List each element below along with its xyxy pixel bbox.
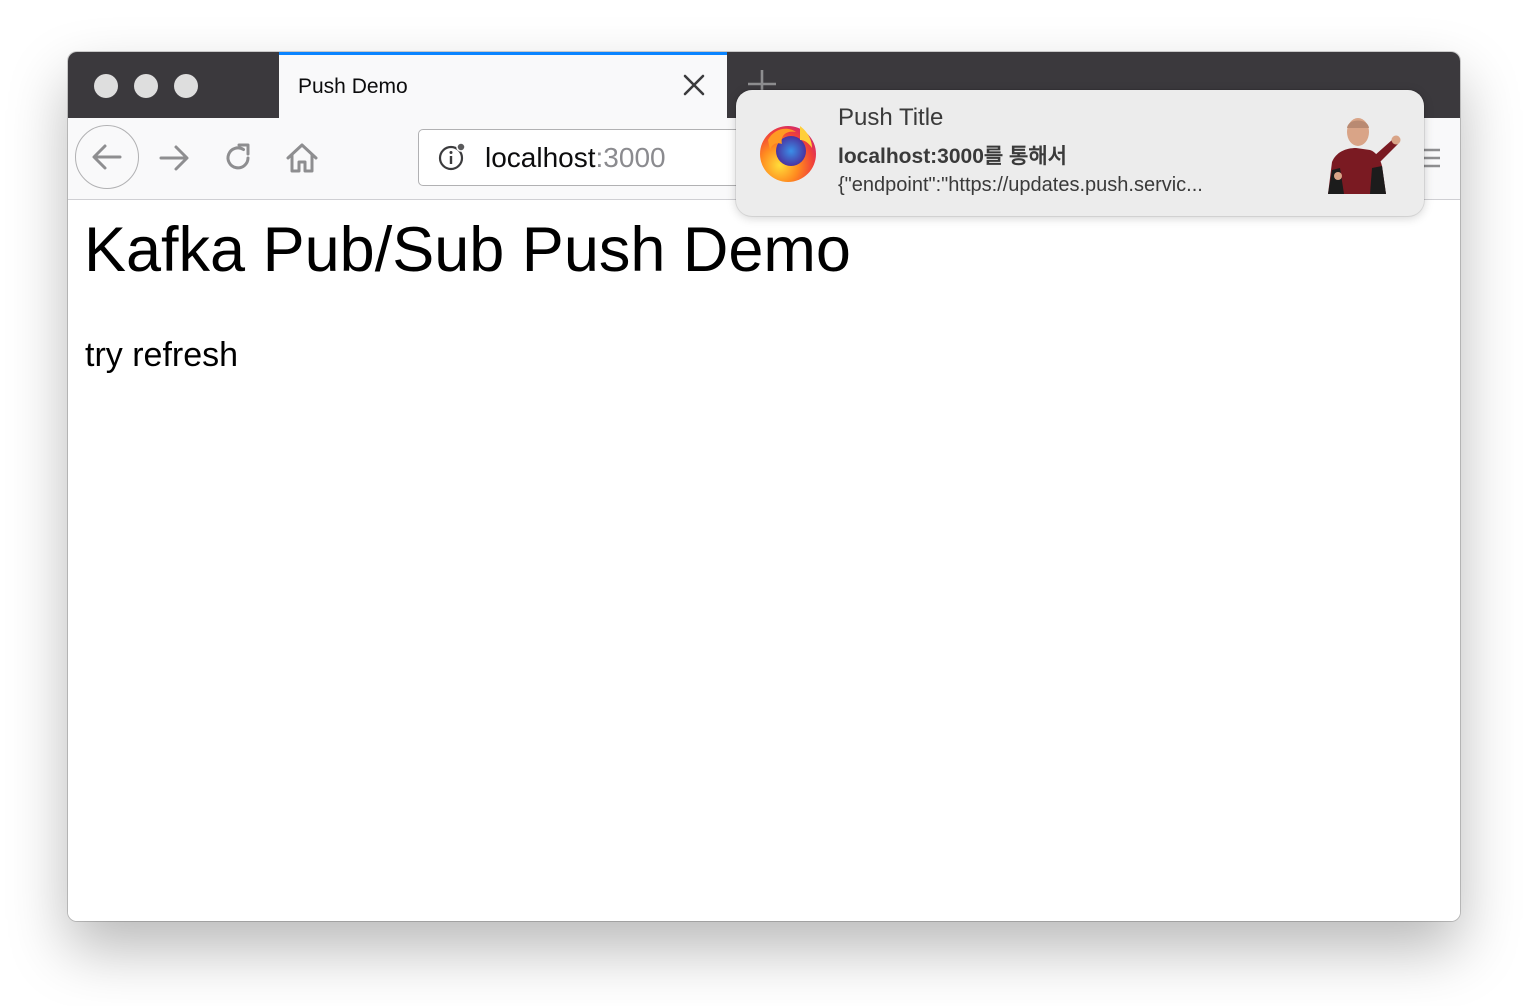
url-text[interactable]: localhost:3000 [485, 142, 666, 174]
url-port: :3000 [595, 142, 666, 173]
zoom-window-button[interactable] [174, 74, 198, 98]
site-info-icon[interactable] [437, 142, 467, 172]
page-content: Kafka Pub/Sub Push Demo try refresh [68, 200, 1460, 921]
firefox-logo-icon [760, 126, 816, 182]
back-button[interactable] [75, 125, 139, 189]
notification-source: localhost:3000를 통해서 [838, 145, 1068, 168]
tab-title: Push Demo [298, 75, 408, 98]
home-icon [286, 143, 318, 173]
captain-pointing-image [1318, 110, 1402, 194]
back-arrow-icon [92, 144, 122, 170]
page-title: Kafka Pub/Sub Push Demo [84, 215, 851, 285]
reload-button[interactable] [218, 138, 258, 178]
page-paragraph: try refresh [85, 336, 239, 374]
forward-arrow-icon [159, 145, 189, 171]
minimize-window-button[interactable] [134, 74, 158, 98]
reload-icon [226, 143, 250, 170]
url-host: localhost [485, 142, 596, 173]
tab-push-demo[interactable]: Push Demo [279, 52, 727, 118]
forward-button[interactable] [154, 138, 194, 178]
notification-body: {"endpoint":"https://updates.push.servic… [838, 174, 1203, 196]
close-window-button[interactable] [94, 74, 118, 98]
home-button[interactable] [282, 138, 322, 178]
push-notification[interactable]: Push Title localhost:3000를 통해서 {"endpoin… [736, 90, 1424, 216]
close-icon[interactable] [681, 72, 707, 98]
notification-title: Push Title [838, 104, 944, 131]
